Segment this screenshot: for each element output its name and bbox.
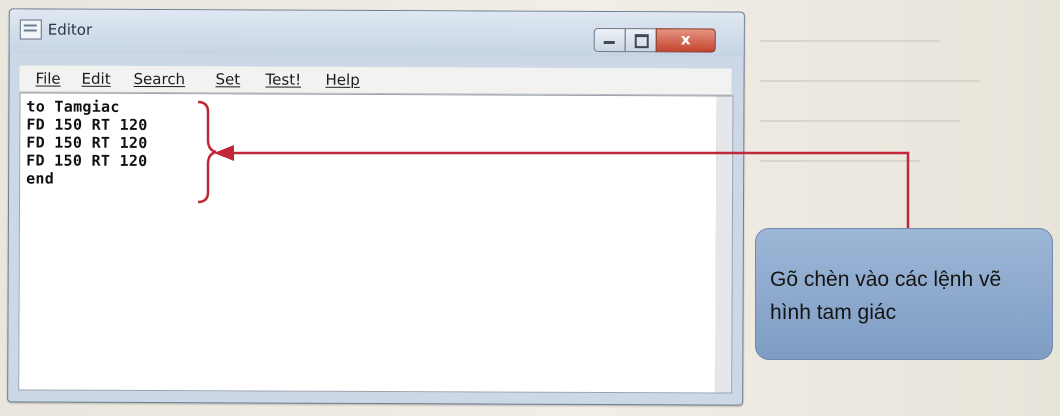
arrow-head	[214, 145, 234, 161]
annotation-callout: Gõ chèn vào các lệnh vẽ hình tam giác	[755, 228, 1053, 360]
pointer-line	[232, 151, 910, 236]
curly-bracket	[197, 100, 217, 204]
annotation-text: Gõ chèn vào các lệnh vẽ hình tam giác	[770, 268, 1002, 324]
